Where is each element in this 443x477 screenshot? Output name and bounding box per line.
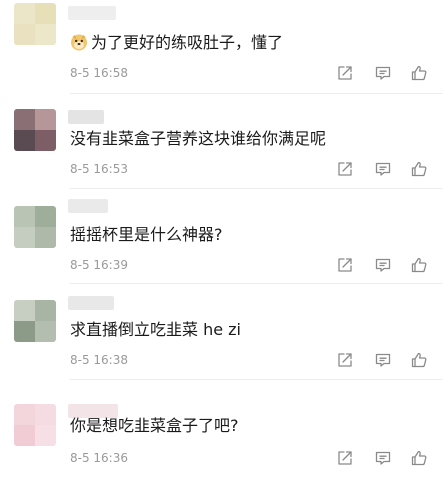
- comment-item: 求直播倒立吃韭菜 he zi 8-5 16:38: [0, 284, 443, 380]
- comment-text: 摇摇杯里是什么神器?: [70, 225, 223, 244]
- comment-item: 没有韭菜盒子营养这块谁给你满足呢 8-5 16:53: [0, 94, 443, 189]
- comment-item: 为了更好的练吸肚子，懂了 8-5 16:58: [0, 0, 443, 94]
- username-blurred[interactable]: [68, 6, 116, 20]
- comment-actions: [336, 449, 430, 467]
- reply-icon[interactable]: [374, 256, 392, 274]
- username-blurred[interactable]: [68, 110, 104, 124]
- like-icon[interactable]: [410, 351, 428, 369]
- like-icon[interactable]: [410, 449, 428, 467]
- avatar[interactable]: [14, 404, 56, 446]
- reply-icon[interactable]: [374, 160, 392, 178]
- comment-text-body: 为了更好的练吸肚子，懂了: [91, 33, 284, 52]
- share-icon[interactable]: [336, 160, 354, 178]
- comment-text: 求直播倒立吃韭菜 he zi: [70, 320, 242, 339]
- share-icon[interactable]: [336, 64, 354, 82]
- comment-item: 你是想吃韭菜盒子了吧? 8-5 16:36: [0, 380, 443, 477]
- comment-time: 8-5 16:39: [70, 258, 128, 272]
- share-icon[interactable]: [336, 351, 354, 369]
- comment-time: 8-5 16:58: [70, 66, 128, 80]
- comment-text: 没有韭菜盒子营养这块谁给你满足呢: [70, 129, 327, 148]
- reply-icon[interactable]: [374, 449, 392, 467]
- avatar[interactable]: [14, 206, 56, 248]
- username-blurred[interactable]: [68, 296, 114, 310]
- comment-time: 8-5 16:53: [70, 162, 128, 176]
- comment-text: 你是想吃韭菜盒子了吧?: [70, 416, 239, 435]
- comment-time: 8-5 16:36: [70, 451, 128, 465]
- avatar[interactable]: [14, 3, 56, 45]
- like-icon[interactable]: [410, 160, 428, 178]
- share-icon[interactable]: [336, 449, 354, 467]
- comment-actions: [336, 351, 430, 369]
- share-icon[interactable]: [336, 256, 354, 274]
- comment-actions: [336, 256, 430, 274]
- avatar[interactable]: [14, 300, 56, 342]
- like-icon[interactable]: [410, 64, 428, 82]
- avatar[interactable]: [14, 109, 56, 151]
- comment-time: 8-5 16:38: [70, 353, 128, 367]
- comment-item: 摇摇杯里是什么神器? 8-5 16:39: [0, 189, 443, 284]
- comment-text: 为了更好的练吸肚子，懂了: [70, 33, 283, 53]
- comment-actions: [336, 160, 430, 178]
- doge-emoji-icon: [70, 33, 88, 51]
- like-icon[interactable]: [410, 256, 428, 274]
- comment-actions: [336, 64, 430, 82]
- reply-icon[interactable]: [374, 64, 392, 82]
- username-blurred[interactable]: [68, 199, 108, 213]
- reply-icon[interactable]: [374, 351, 392, 369]
